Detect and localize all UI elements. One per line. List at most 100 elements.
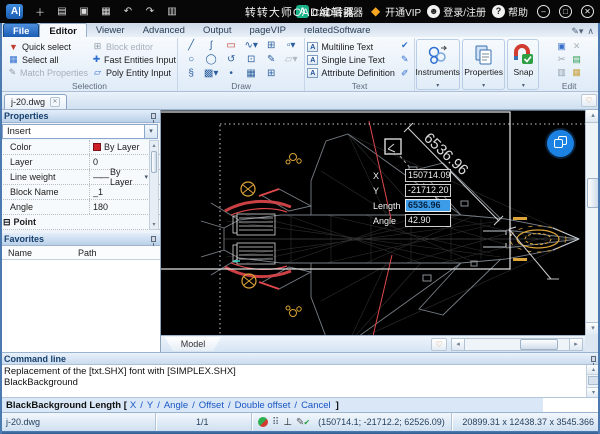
tab-file[interactable]: File: [3, 23, 40, 37]
help-button[interactable]: ? 帮助: [492, 4, 528, 19]
instruments-button[interactable]: Instruments ▾: [416, 39, 460, 90]
prompt-option-y[interactable]: Y: [147, 400, 153, 411]
quick-select-button[interactable]: ▼ Quick select: [8, 40, 88, 53]
scroll-down-icon[interactable]: ▾: [150, 221, 158, 228]
undo-icon[interactable]: ↶: [119, 6, 137, 17]
prompt-option-x[interactable]: X: [130, 400, 136, 411]
arc-icon[interactable]: ↺: [221, 53, 241, 67]
prompt-option-cancel[interactable]: Cancel: [301, 400, 331, 411]
line-icon[interactable]: ╱: [181, 39, 201, 53]
pencil-dropdown-icon[interactable]: ✎▾: [571, 26, 583, 37]
point-icon[interactable]: •: [221, 67, 241, 81]
print-icon[interactable]: ▥: [163, 6, 181, 17]
poly-entity-input-button[interactable]: ▱ Poly Entity Input: [92, 66, 176, 79]
match-properties-button[interactable]: ✎ Match Properties: [8, 66, 88, 79]
scroll-thumb[interactable]: [520, 338, 558, 350]
new-file-icon[interactable]: ＋: [31, 4, 49, 19]
chevron-down-icon[interactable]: ▾: [144, 173, 148, 181]
copy-icon[interactable]: ▥: [554, 67, 569, 78]
property-row-color[interactable]: Color By Layer: [0, 140, 160, 155]
prompt-option-offset[interactable]: Offset: [199, 400, 224, 411]
property-group-point[interactable]: ⊟ Point: [0, 215, 160, 230]
collapse-ribbon-icon[interactable]: ∧: [587, 26, 594, 37]
entity-type-select[interactable]: Insert ▾: [2, 124, 158, 139]
save-as-icon[interactable]: ▦: [97, 6, 115, 17]
table-icon[interactable]: ⊞: [261, 67, 281, 81]
cut-icon[interactable]: ✂: [554, 54, 569, 65]
screenshot-float-button[interactable]: [547, 130, 574, 157]
scroll-thumb[interactable]: [151, 151, 157, 173]
measure-value-angle[interactable]: 42.90: [405, 214, 451, 227]
block-group-icon[interactable]: ⊞: [261, 39, 281, 53]
property-row-lineweight[interactable]: Line weight —— By Layer ▾: [0, 167, 160, 187]
clip-region-icon[interactable]: ▫▾: [281, 39, 301, 53]
measure-value-x[interactable]: 150714.09: [405, 169, 451, 182]
polyline-icon[interactable]: ∿▾: [241, 39, 261, 53]
favorites-col-path[interactable]: Path: [70, 248, 140, 258]
document-tab[interactable]: j-20.dwg ✕: [4, 94, 68, 109]
spellcheck-icon[interactable]: ✔: [400, 40, 410, 51]
command-log[interactable]: Replacement of the [txt.SHX] font with […: [0, 365, 600, 397]
close-tab-icon[interactable]: ✕: [50, 97, 61, 107]
ellipse-icon[interactable]: ◯: [201, 53, 221, 67]
chevron-down-icon[interactable]: ▾: [144, 125, 157, 138]
scroll-up-icon[interactable]: ▴: [150, 142, 158, 149]
properties-scrollbar[interactable]: ▴ ▾: [149, 140, 159, 230]
circle-icon[interactable]: ○: [181, 53, 201, 67]
property-row-angle[interactable]: Angle 180: [0, 200, 160, 215]
drawing-canvas[interactable]: 6536.96 X 150714.09 Y -21712.20 Length 6…: [148, 110, 600, 347]
collapse-icon[interactable]: ⊟: [3, 217, 11, 228]
edit-text-icon[interactable]: ✐: [400, 68, 410, 79]
measure-value-y[interactable]: -21712.20: [405, 184, 451, 197]
attribute-definition-button[interactable]: A Attribute Definition: [307, 66, 397, 79]
tab-editor[interactable]: Editor: [39, 23, 87, 37]
maximize-button[interactable]: □: [559, 5, 572, 18]
command-prompt[interactable]: BlackBackground Length [ X / Y / Angle /…: [0, 398, 543, 412]
pin-icon[interactable]: [591, 355, 596, 366]
favorites-list[interactable]: [0, 260, 160, 352]
measure-value-length[interactable]: 6536.96: [405, 199, 451, 212]
snap-button[interactable]: Snap ▾: [507, 39, 540, 90]
tab-viewer[interactable]: Viewer: [87, 23, 134, 37]
image-ref-icon[interactable]: ▱▾: [281, 53, 301, 67]
property-row-blockname[interactable]: Block Name _1: [0, 185, 160, 200]
prompt-option-angle[interactable]: Angle: [164, 400, 188, 411]
scroll-right-icon[interactable]: ▸: [569, 338, 582, 350]
layout-corner-button[interactable]: ♡: [431, 337, 447, 351]
multiline-text-button[interactable]: A Multiline Text: [307, 40, 397, 53]
copy-base-icon[interactable]: ▤: [569, 54, 584, 65]
vip-button[interactable]: ◆ 开通VIP: [369, 4, 421, 19]
properties-button[interactable]: Properties ▾: [461, 39, 506, 90]
ortho-icon[interactable]: ⊥: [283, 417, 292, 428]
edit-block-icon[interactable]: ▦: [569, 67, 584, 78]
open-file-icon[interactable]: ▤: [53, 6, 71, 17]
select-all-button[interactable]: ▦ Select all: [8, 53, 88, 66]
tab-relatedsoftware[interactable]: relatedSoftware: [295, 23, 380, 37]
save-icon[interactable]: ▣: [75, 6, 93, 17]
model-tab[interactable]: Model: [165, 337, 221, 351]
osnap-indicator-icon[interactable]: [258, 417, 268, 427]
pin-icon[interactable]: [151, 113, 156, 123]
rectangle-icon[interactable]: ▭: [221, 39, 241, 53]
panel-corner-button[interactable]: ♡: [581, 94, 597, 107]
login-button[interactable]: ☻ 登录/注册: [427, 4, 486, 19]
grid-snap-icon[interactable]: ⠿: [272, 417, 279, 428]
close-button[interactable]: ✕: [581, 5, 594, 18]
sketch-icon[interactable]: ✎: [261, 53, 281, 67]
paste-icon[interactable]: ▣: [554, 41, 569, 52]
single-line-text-button[interactable]: A Single Line Text: [307, 53, 397, 66]
text-style-icon[interactable]: ✎: [400, 54, 410, 65]
redo-icon[interactable]: ↷: [141, 6, 159, 17]
spline-pen-icon[interactable]: ∫: [201, 39, 221, 53]
spline-icon[interactable]: §: [181, 67, 201, 81]
tab-output[interactable]: Output: [194, 23, 241, 37]
scroll-left-icon[interactable]: ◂: [452, 338, 465, 350]
pin-icon[interactable]: [151, 236, 156, 246]
delete-icon[interactable]: ✕: [569, 41, 584, 52]
horizontal-scrollbar[interactable]: ◂ ▸: [451, 337, 583, 351]
tab-advanced[interactable]: Advanced: [134, 23, 194, 37]
minimize-button[interactable]: –: [537, 5, 550, 18]
fast-entities-input-button[interactable]: ✚ Fast Entities Input: [92, 53, 176, 66]
block-editor-button[interactable]: ⊞ Block editor: [92, 40, 176, 53]
raster-image-icon[interactable]: ▦: [241, 67, 261, 81]
